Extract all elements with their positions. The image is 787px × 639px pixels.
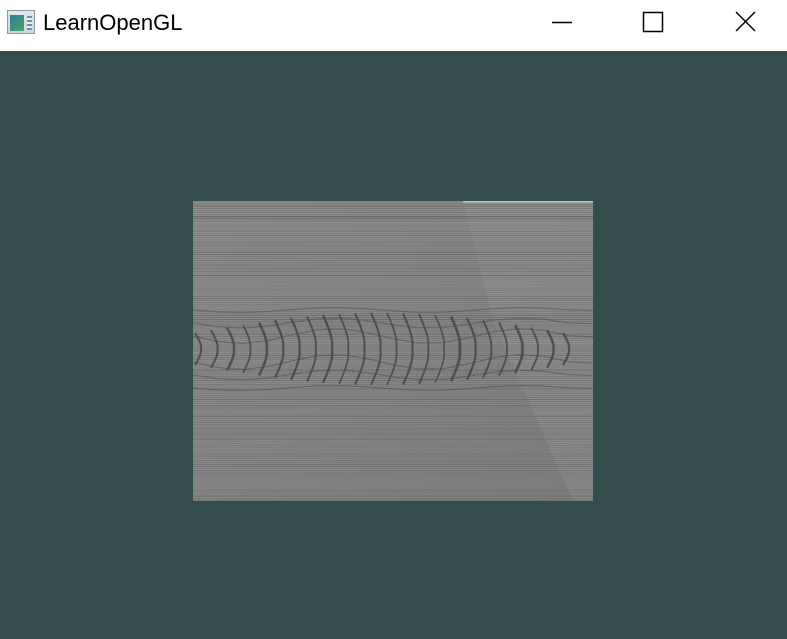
title-bar[interactable]: LearnOpenGL [0, 0, 787, 51]
close-button[interactable] [699, 0, 787, 44]
application-window-icon[interactable] [7, 10, 35, 34]
minimize-icon [552, 21, 572, 24]
textured-quad [193, 201, 593, 501]
maximize-button[interactable] [607, 0, 699, 44]
app-window: LearnOpenGL [0, 0, 787, 639]
maximize-icon [642, 11, 664, 33]
close-icon [735, 11, 756, 32]
wood-grain-texture [193, 201, 593, 501]
window-title: LearnOpenGL [43, 10, 183, 35]
opengl-viewport[interactable] [0, 51, 787, 639]
minimize-button[interactable] [516, 0, 608, 44]
